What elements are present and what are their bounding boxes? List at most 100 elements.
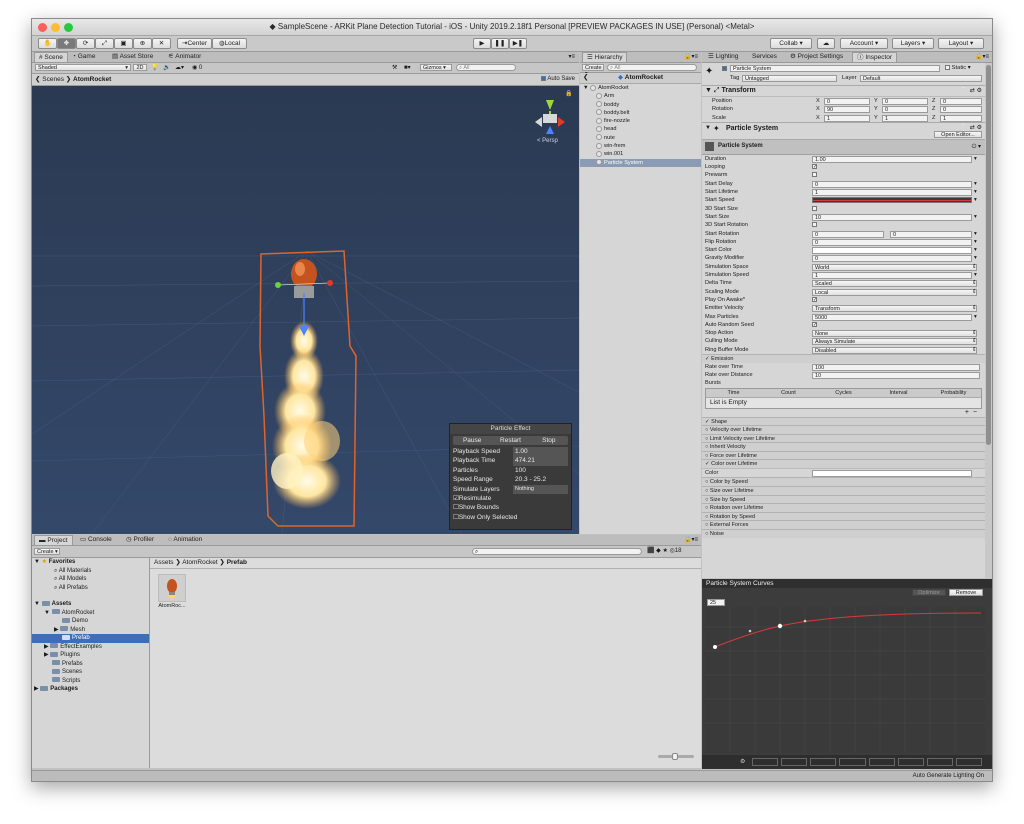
- gizmos-dropdown[interactable]: Gizmos ▾: [420, 64, 452, 71]
- checkbox-empty-icon[interactable]: ○: [705, 479, 708, 485]
- module-row[interactable]: ✓ Color over Lifetime: [702, 459, 985, 469]
- restart-effect-button[interactable]: Restart: [491, 436, 529, 445]
- start-color-field[interactable]: [812, 247, 972, 255]
- lock-icon[interactable]: 🔒: [565, 90, 572, 97]
- property-checkbox[interactable]: [812, 205, 817, 211]
- gear-icon[interactable]: ⚙: [740, 758, 745, 765]
- checkbox-empty-icon[interactable]: ○: [705, 427, 708, 433]
- curve-multiplier-field[interactable]: 25: [707, 599, 725, 606]
- breadcrumb-scenes[interactable]: Scenes: [42, 76, 64, 83]
- folder-item[interactable]: Demo: [32, 617, 149, 626]
- hierarchy-item[interactable]: boddy: [580, 101, 701, 109]
- transform-z-field[interactable]: 0: [940, 98, 982, 105]
- property-field[interactable]: 1.00: [812, 155, 972, 163]
- property-field[interactable]: 0: [812, 180, 972, 188]
- favorite-icon[interactable]: ★: [662, 548, 667, 554]
- preset-ease-in-out[interactable]: [897, 758, 924, 766]
- property-field[interactable]: 0: [812, 255, 972, 263]
- tab-console[interactable]: ▭ Console: [76, 535, 116, 545]
- tag-dropdown[interactable]: Untagged: [742, 75, 837, 82]
- dropdown-arrow-icon[interactable]: ▾: [974, 188, 977, 196]
- transform-header[interactable]: ▼ ⤢ Transform ❔ ⇄ ⚙: [702, 86, 985, 97]
- hierarchy-search-input[interactable]: ⌕ All: [607, 64, 697, 71]
- stop-effect-button[interactable]: Stop: [530, 436, 568, 445]
- pivot-mode-button[interactable]: ⇥Center: [177, 38, 212, 49]
- property-checkbox[interactable]: ✓: [812, 164, 817, 170]
- resimulate-toggle[interactable]: ☑Resimulate: [453, 494, 568, 503]
- module-row[interactable]: ○ Rotation over Lifetime: [702, 503, 985, 512]
- transform-x-field[interactable]: 0: [824, 98, 870, 105]
- curve-editor[interactable]: [705, 607, 985, 753]
- module-row[interactable]: ○ Limit Velocity over Lifetime: [702, 433, 985, 443]
- module-row[interactable]: ○ Force over Lifetime: [702, 450, 985, 460]
- folder-item[interactable]: Scripts: [32, 677, 149, 686]
- asset-name[interactable]: AtomRoc...: [154, 603, 190, 609]
- fold-open-icon[interactable]: ▼: [34, 601, 40, 607]
- audio-icon[interactable]: 🔊: [163, 63, 170, 73]
- dropdown-arrow-icon[interactable]: ⇕: [972, 288, 977, 296]
- property-dropdown[interactable]: Transform: [812, 305, 977, 313]
- start-speed-curve[interactable]: [812, 197, 972, 204]
- dropdown-arrow-icon[interactable]: ⇕: [972, 329, 977, 337]
- static-checkbox[interactable]: [945, 65, 950, 70]
- remove-curve-button[interactable]: Remove: [949, 589, 983, 596]
- remove-icon[interactable]: −: [973, 409, 977, 416]
- collab-button[interactable]: Collab ▾: [770, 38, 812, 49]
- hand-tool-button[interactable]: ✋: [38, 38, 57, 49]
- optimize-button[interactable]: Optimize: [912, 589, 946, 596]
- simulate-layers-dropdown[interactable]: Nothing: [513, 484, 568, 494]
- module-row[interactable]: ○ Noise: [702, 528, 985, 538]
- show-only-selected-toggle[interactable]: ☐Show Only Selected: [453, 513, 568, 522]
- tab-inspector[interactable]: ⓘ Inspector: [852, 52, 898, 62]
- camera-settings-icon[interactable]: ■▾: [404, 63, 411, 73]
- layers-dropdown[interactable]: Layers ▾: [892, 38, 934, 49]
- layout-dropdown[interactable]: Layout ▾: [938, 38, 984, 49]
- static-toggle[interactable]: Static ▾: [945, 65, 971, 71]
- back-arrow-icon[interactable]: ❮: [583, 73, 588, 83]
- folder-item[interactable]: ▶ Plugins: [32, 651, 149, 660]
- tab-services[interactable]: Services: [748, 52, 781, 62]
- emission-module-header[interactable]: ✓ Emission: [702, 354, 985, 363]
- hierarchy-item-selected[interactable]: Particle System: [580, 158, 701, 167]
- dropdown-arrow-icon[interactable]: ▾: [974, 155, 977, 163]
- dropdown-arrow-icon[interactable]: ▾: [974, 180, 977, 188]
- property-dropdown[interactable]: None: [812, 330, 977, 338]
- pause-effect-button[interactable]: Pause: [453, 436, 491, 445]
- transform-x-field[interactable]: 90: [824, 106, 870, 114]
- dropdown-arrow-icon[interactable]: ⇕: [972, 337, 977, 345]
- tab-scene[interactable]: # Scene: [34, 52, 68, 62]
- transform-x-field[interactable]: 1: [824, 114, 870, 122]
- atomrocket-prefab-thumbnail[interactable]: [158, 574, 186, 602]
- project-search-input[interactable]: ⌕: [472, 548, 642, 555]
- inspector-scroll-thumb[interactable]: [986, 65, 991, 445]
- property-checkbox[interactable]: ✓: [812, 296, 817, 302]
- dropdown-arrow-icon[interactable]: ▾: [974, 213, 977, 221]
- tab-animation[interactable]: ◌ Animation: [164, 535, 206, 545]
- playback-time-field[interactable]: 474.21: [513, 456, 568, 466]
- folder-item[interactable]: ▶ EffectExamples: [32, 643, 149, 652]
- favorite-item[interactable]: ⌕ All Materials: [32, 567, 149, 576]
- preset-ease-in-2[interactable]: [926, 758, 953, 766]
- property-dropdown[interactable]: Scaled: [812, 280, 977, 288]
- module-row[interactable]: ○ Color by Speed: [702, 477, 985, 486]
- module-row[interactable]: ○ Size by Speed: [702, 494, 985, 504]
- dropdown-arrow-icon[interactable]: ▾: [974, 238, 977, 246]
- filter-label-icon[interactable]: ◆: [656, 548, 661, 554]
- dropdown-arrow-icon[interactable]: ▾: [974, 230, 977, 238]
- panel-menu-icon[interactable]: ▾≡: [568, 52, 575, 62]
- layer-dropdown[interactable]: Default: [860, 75, 982, 82]
- property-dropdown[interactable]: World: [812, 263, 977, 271]
- back-icon[interactable]: ❮: [35, 76, 40, 83]
- fold-open-icon[interactable]: ▼: [702, 87, 712, 94]
- color-gradient-field[interactable]: [812, 470, 972, 478]
- rect-tool-button[interactable]: ▣: [114, 38, 133, 49]
- property-dropdown[interactable]: Disabled: [812, 346, 977, 354]
- tab-lighting[interactable]: ☰ Lighting: [704, 52, 742, 62]
- add-icon[interactable]: +: [965, 409, 969, 416]
- rotate-tool-button[interactable]: ⟳: [76, 38, 95, 49]
- transform-z-field[interactable]: 1: [940, 114, 982, 122]
- folder-item-selected[interactable]: Prefab: [32, 634, 149, 643]
- hierarchy-item[interactable]: Arm: [580, 92, 701, 100]
- module-row[interactable]: ✓ Shape: [702, 416, 985, 426]
- checkbox-empty-icon[interactable]: ○: [705, 505, 708, 511]
